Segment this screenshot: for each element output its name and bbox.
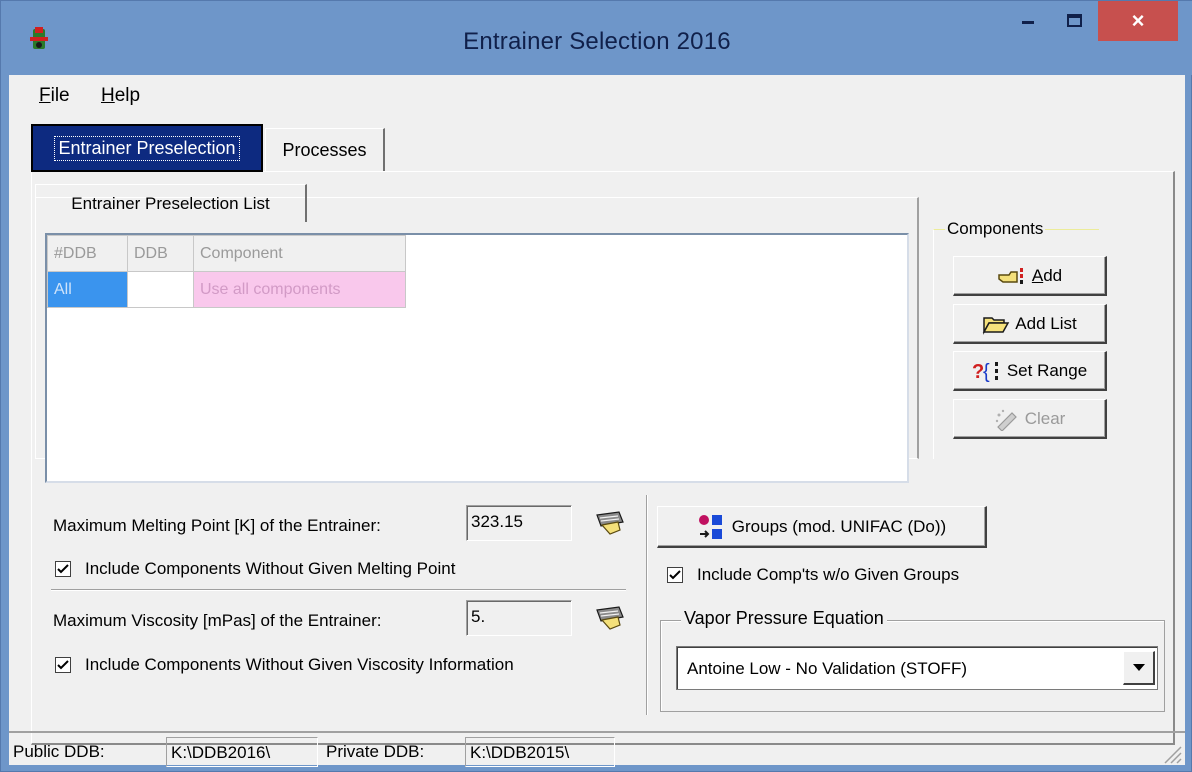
grid-header-component[interactable]: Component xyxy=(193,235,406,272)
tab-processes[interactable]: Processes xyxy=(265,128,385,171)
vapor-pressure-title: Vapor Pressure Equation xyxy=(681,608,887,629)
dropdown-button[interactable] xyxy=(1123,651,1155,685)
maximize-icon xyxy=(1067,14,1082,27)
close-button[interactable]: × xyxy=(1098,1,1178,41)
check-icon xyxy=(57,564,69,574)
public-ddb-label: Public DDB: xyxy=(13,742,105,761)
grid-cell-ddb[interactable] xyxy=(127,271,194,308)
menu-file-mnemonic: F xyxy=(39,85,51,106)
public-ddb-path: K:\DDB2016\ xyxy=(166,737,318,767)
viscosity-edit-button[interactable] xyxy=(590,600,630,636)
menu-help-label: elp xyxy=(114,85,141,106)
divider xyxy=(51,589,626,591)
check-icon xyxy=(669,570,681,580)
svg-text:{: { xyxy=(983,361,990,383)
menu-file-label: ile xyxy=(50,85,70,106)
tab-entrainer-preselection-label: Entrainer Preselection xyxy=(54,135,240,161)
minimize-icon xyxy=(1022,21,1034,24)
title-bar[interactable]: Entrainer Selection 2016 × xyxy=(1,1,1192,75)
tab-processes-label: Processes xyxy=(282,139,367,160)
preselection-table: #DDB DDB Component All Use all component… xyxy=(47,235,406,308)
include-groups-label[interactable]: Include Comp'ts w/o Given Groups xyxy=(697,565,959,585)
set-range-label: Set Range xyxy=(1006,360,1088,380)
maximize-button[interactable] xyxy=(1052,1,1098,41)
include-melting-label[interactable]: Include Components Without Given Melting… xyxy=(85,559,455,579)
grid-header-ddb-no[interactable]: #DDB xyxy=(47,235,128,272)
range-question-icon: ? { xyxy=(972,361,998,383)
table-row[interactable]: All Use all components xyxy=(47,271,406,308)
components-title: Components xyxy=(945,219,1046,239)
clear-button[interactable]: Clear xyxy=(953,399,1107,439)
grid-header-row: #DDB DDB Component xyxy=(47,235,406,272)
groups-button[interactable]: Groups (mod. UNIFAC (Do)) xyxy=(657,506,987,548)
menu-file[interactable]: File xyxy=(39,85,70,107)
inner-tab-label: Entrainer Preselection List xyxy=(71,193,270,213)
keyboard-hand-icon xyxy=(596,511,624,535)
include-melting-checkbox[interactable] xyxy=(55,561,71,577)
set-range-button[interactable]: ? { Set Range xyxy=(953,351,1107,391)
groups-label: Groups (mod. UNIFAC (Do)) xyxy=(731,516,947,536)
open-folder-icon xyxy=(983,316,1010,335)
groups-icon xyxy=(698,514,722,539)
add-label: dd xyxy=(1043,265,1063,285)
add-list-button[interactable]: Add List xyxy=(953,304,1107,344)
tab-entrainer-preselection-list[interactable]: Entrainer Preselection List xyxy=(35,184,307,222)
grid-header-ddb[interactable]: DDB xyxy=(127,235,194,272)
add-list-label: Add List xyxy=(1015,313,1077,333)
add-mnemonic: A xyxy=(1031,265,1044,285)
preselection-grid[interactable]: #DDB DDB Component All Use all component… xyxy=(45,233,909,483)
eraser-icon xyxy=(995,409,1017,431)
clear-label: Clear xyxy=(1024,408,1066,428)
status-bar: Public DDB: K:\DDB2016\ Private DDB: K:\… xyxy=(9,731,1185,767)
private-ddb-label: Private DDB: xyxy=(326,742,425,761)
private-ddb-path: K:\DDB2015\ xyxy=(465,737,615,767)
grid-cell-component[interactable]: Use all components xyxy=(193,271,406,308)
viscosity-field[interactable]: 5. xyxy=(466,600,572,636)
close-icon: × xyxy=(1131,8,1145,33)
grid-cell-ddb-no[interactable]: All xyxy=(47,271,128,308)
chevron-down-icon xyxy=(1132,663,1145,671)
viscosity-label: Maximum Viscosity [mPas] of the Entraine… xyxy=(53,611,382,630)
melting-point-label: Maximum Melting Point [K] of the Entrain… xyxy=(53,516,381,535)
vapor-pressure-selected: Antoine Low - No Validation (STOFF) xyxy=(687,659,967,678)
include-viscosity-label[interactable]: Include Components Without Given Viscosi… xyxy=(85,655,514,675)
app-window: Entrainer Selection 2016 × File Help Ent… xyxy=(0,0,1192,772)
menu-help-mnemonic: H xyxy=(101,85,115,106)
vapor-pressure-select[interactable]: Antoine Low - No Validation (STOFF) xyxy=(676,646,1158,690)
melting-point-field[interactable]: 323.15 xyxy=(466,505,572,541)
check-icon xyxy=(57,660,69,670)
melting-point-edit-button[interactable] xyxy=(590,505,630,541)
keyboard-hand-icon xyxy=(596,606,624,630)
minimize-button[interactable] xyxy=(1006,1,1052,41)
include-groups-checkbox[interactable] xyxy=(667,567,683,583)
resize-grip-icon[interactable] xyxy=(1161,743,1183,765)
menu-bar: File Help xyxy=(9,75,1185,115)
tab-entrainer-preselection[interactable]: Entrainer Preselection xyxy=(31,124,263,172)
menu-help[interactable]: Help xyxy=(101,85,140,107)
add-button[interactable]: Add xyxy=(953,256,1107,296)
include-viscosity-checkbox[interactable] xyxy=(55,657,71,673)
hand-pointer-icon xyxy=(998,267,1023,284)
divider xyxy=(646,495,648,715)
